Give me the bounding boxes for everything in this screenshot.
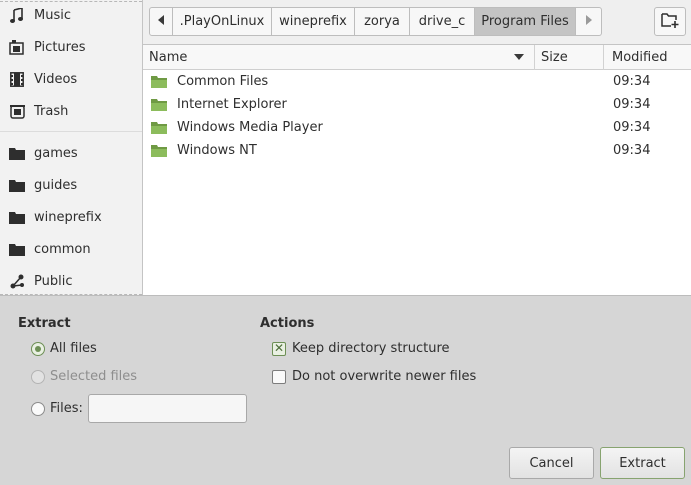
extract-heading: Extract bbox=[18, 316, 71, 331]
file-name: Internet Explorer bbox=[177, 97, 287, 112]
videos-icon bbox=[9, 71, 25, 87]
folder-icon bbox=[9, 241, 25, 257]
file-modified: 09:34 bbox=[613, 120, 651, 135]
crumb-drive-c[interactable]: drive_c bbox=[410, 7, 475, 36]
folder-icon bbox=[9, 209, 25, 225]
pictures-icon bbox=[9, 39, 25, 55]
files-pattern-input[interactable] bbox=[88, 394, 247, 423]
cancel-button[interactable]: Cancel bbox=[509, 447, 594, 479]
column-name[interactable]: Name bbox=[143, 45, 535, 70]
sidebar-item-videos[interactable]: Videos bbox=[0, 63, 142, 95]
sidebar-item-label: Videos bbox=[34, 71, 78, 87]
crumb-program-files[interactable]: Program Files bbox=[475, 7, 576, 36]
folder-icon bbox=[9, 145, 25, 161]
sidebar-item-public[interactable]: Public bbox=[0, 265, 142, 295]
sidebar-item-label: Public bbox=[34, 273, 73, 289]
folder-icon bbox=[151, 121, 167, 135]
sidebar-divider bbox=[0, 131, 142, 132]
file-name: Windows NT bbox=[177, 143, 257, 158]
chevron-left-icon bbox=[157, 14, 165, 29]
file-row[interactable]: Windows NT 09:34 bbox=[143, 140, 691, 163]
sidebar-item-label: guides bbox=[34, 177, 78, 193]
no-overwrite-checkbox[interactable] bbox=[272, 370, 286, 384]
new-folder-button[interactable] bbox=[654, 7, 686, 36]
no-overwrite-label[interactable]: Do not overwrite newer files bbox=[292, 369, 476, 384]
file-modified: 09:34 bbox=[613, 74, 651, 89]
folder-icon bbox=[9, 177, 25, 193]
all-files-radio[interactable] bbox=[31, 342, 45, 356]
folder-icon bbox=[151, 75, 167, 89]
share-icon bbox=[9, 273, 25, 289]
column-modified-label: Modified bbox=[612, 50, 668, 65]
crumb-wineprefix[interactable]: wineprefix bbox=[272, 7, 355, 36]
sidebar-item-pictures[interactable]: Pictures bbox=[0, 31, 142, 63]
trash-icon bbox=[9, 103, 25, 119]
selected-files-label: Selected files bbox=[50, 369, 138, 384]
column-modified[interactable]: Modified bbox=[604, 45, 691, 70]
new-folder-icon bbox=[661, 12, 679, 32]
path-forward-button[interactable] bbox=[576, 7, 602, 36]
extract-button[interactable]: Extract bbox=[600, 447, 685, 479]
file-name: Windows Media Player bbox=[177, 120, 323, 135]
files-label[interactable]: Files: bbox=[50, 401, 83, 416]
sidebar-item-label: common bbox=[34, 241, 91, 257]
file-modified: 09:34 bbox=[613, 143, 651, 158]
all-files-label[interactable]: All files bbox=[50, 341, 97, 356]
crumb-zorya[interactable]: zorya bbox=[355, 7, 410, 36]
chevron-right-icon bbox=[585, 14, 593, 29]
sidebar-item-label: games bbox=[34, 145, 78, 161]
column-size-label: Size bbox=[541, 50, 568, 65]
options-panel: Extract All files Selected files Files: … bbox=[0, 295, 691, 485]
path-back-button[interactable] bbox=[149, 7, 173, 36]
places-sidebar: Music Pictures Videos Trash games guides bbox=[0, 0, 143, 295]
music-icon bbox=[9, 7, 25, 23]
sidebar-item-label: wineprefix bbox=[34, 209, 102, 225]
sidebar-item-label: Pictures bbox=[34, 39, 86, 55]
selected-files-radio bbox=[31, 370, 45, 384]
file-name: Common Files bbox=[177, 74, 269, 89]
file-modified: 09:34 bbox=[613, 97, 651, 112]
sidebar-item-games[interactable]: games bbox=[0, 137, 142, 169]
keep-structure-label[interactable]: Keep directory structure bbox=[292, 341, 450, 356]
sidebar-item-guides[interactable]: guides bbox=[0, 169, 142, 201]
folder-icon bbox=[151, 144, 167, 158]
files-radio[interactable] bbox=[31, 402, 45, 416]
folder-icon bbox=[151, 98, 167, 112]
column-header: Name Size Modified bbox=[143, 45, 691, 70]
sidebar-item-trash[interactable]: Trash bbox=[0, 95, 142, 127]
file-row[interactable]: Windows Media Player 09:34 bbox=[143, 117, 691, 140]
path-bar: .PlayOnLinux wineprefix zorya drive_c Pr… bbox=[143, 0, 691, 44]
sidebar-item-music[interactable]: Music bbox=[0, 0, 142, 31]
sidebar-item-wineprefix[interactable]: wineprefix bbox=[0, 201, 142, 233]
actions-heading: Actions bbox=[260, 316, 315, 331]
sidebar-item-common[interactable]: common bbox=[0, 233, 142, 265]
file-row[interactable]: Internet Explorer 09:34 bbox=[143, 94, 691, 117]
sidebar-item-label: Music bbox=[34, 7, 71, 23]
sort-descending-icon bbox=[514, 54, 524, 60]
file-list: Name Size Modified Common Files 09:34 In… bbox=[143, 44, 691, 295]
file-row[interactable]: Common Files 09:34 bbox=[143, 71, 691, 94]
sidebar-item-label: Trash bbox=[34, 103, 69, 119]
keep-structure-checkbox[interactable] bbox=[272, 341, 286, 356]
column-name-label: Name bbox=[149, 50, 188, 65]
crumb-playonlinux[interactable]: .PlayOnLinux bbox=[173, 7, 272, 36]
column-size[interactable]: Size bbox=[535, 45, 604, 70]
